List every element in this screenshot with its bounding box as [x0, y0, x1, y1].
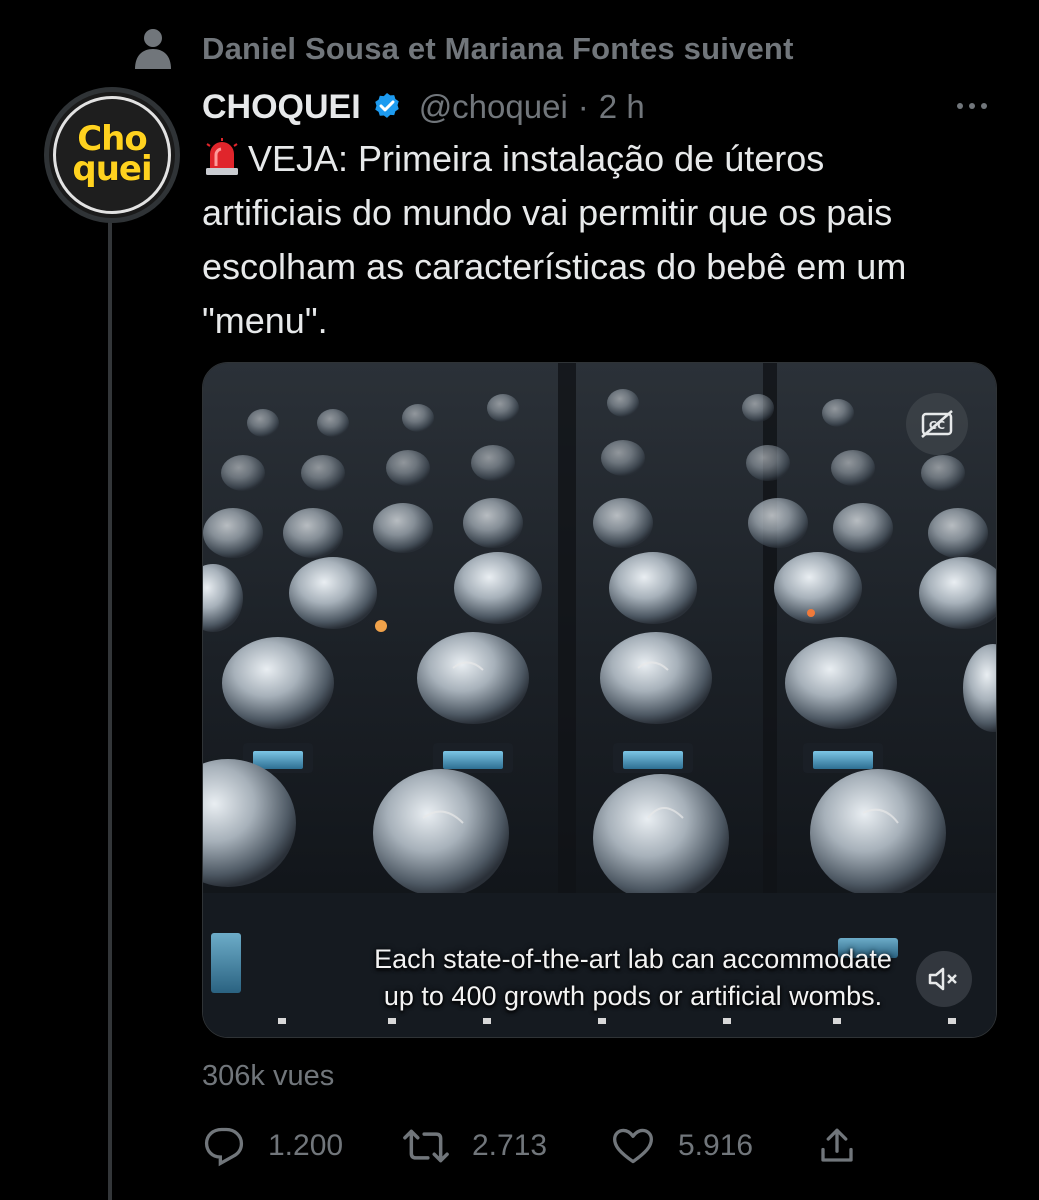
video-caption: Each state-of-the-art lab can accommodat… — [303, 941, 963, 1015]
author-handle[interactable]: @choquei — [419, 88, 568, 126]
like-button[interactable]: 5.916 — [610, 1118, 753, 1174]
share-icon — [821, 1128, 853, 1162]
police-siren-icon — [202, 137, 242, 177]
tweet-text: VEJA: Primeira instalação de úteros arti… — [202, 132, 1012, 348]
reply-count: 1.200 — [268, 1129, 344, 1162]
tweet-text-body: VEJA: Primeira instalação de úteros arti… — [202, 138, 907, 341]
verified-badge-icon — [371, 90, 405, 124]
caption-line-2: up to 400 growth pods or artificial womb… — [383, 981, 883, 1011]
tweet-header: CHOQUEI @choquei · 2 h — [202, 82, 645, 132]
closed-captions-off-icon[interactable]: CC — [906, 393, 968, 455]
reply-icon — [204, 1127, 244, 1167]
more-dot — [957, 103, 963, 109]
video-frame — [203, 363, 996, 1037]
retweet-count: 2.713 — [472, 1129, 548, 1162]
social-context-label: Daniel Sousa et Mariana Fontes suivent — [202, 31, 794, 66]
choquei-logo: Cho quei — [53, 96, 171, 214]
caption-line-1: Each state-of-the-art lab can accommodat… — [374, 944, 892, 974]
avatar[interactable]: Cho quei — [44, 87, 180, 223]
reply-button[interactable]: 1.200 — [202, 1118, 343, 1174]
like-count: 5.916 — [678, 1129, 754, 1162]
views-count[interactable]: 306k vues — [202, 1060, 334, 1093]
tweet-actions: 1.200 2.713 5.916 — [202, 1118, 872, 1174]
volume-muted-icon[interactable] — [916, 951, 972, 1007]
logo-text-line2: quei — [72, 149, 152, 189]
share-button[interactable] — [816, 1118, 858, 1174]
heart-icon — [613, 1128, 653, 1164]
more-options-button[interactable] — [948, 88, 996, 124]
social-context[interactable]: Daniel Sousa et Mariana Fontes suivent — [130, 22, 794, 76]
retweet-button[interactable]: 2.713 — [402, 1118, 547, 1174]
tweet-video[interactable]: CC Each state-of-the-art lab can accommo… — [202, 362, 997, 1038]
tweet-time[interactable]: 2 h — [599, 88, 645, 126]
separator-dot: · — [577, 88, 589, 125]
more-dot — [981, 103, 987, 109]
more-dot — [969, 103, 975, 109]
person-icon — [130, 26, 176, 72]
thread-line — [108, 222, 112, 1200]
author-name[interactable]: CHOQUEI — [202, 88, 361, 127]
retweet-icon — [403, 1129, 449, 1163]
